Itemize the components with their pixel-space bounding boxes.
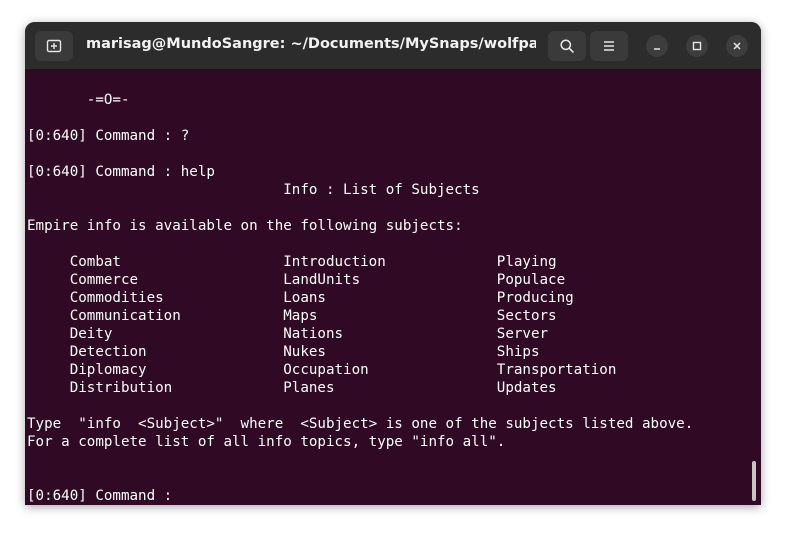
new-tab-icon: [46, 39, 62, 53]
terminal-line: Distribution Planes Updates: [27, 380, 557, 396]
hamburger-menu-icon: [604, 41, 614, 51]
search-icon: [560, 39, 574, 53]
close-icon: [733, 42, 741, 50]
search-button[interactable]: [548, 31, 586, 61]
terminal-line: [0:640] Command : help: [27, 164, 215, 180]
terminal-line: Info : List of Subjects: [27, 182, 480, 198]
terminal-line: Communication Maps Sectors: [27, 308, 557, 324]
window-title: marisag@MundoSangre: ~/Documents/MySnaps…: [86, 36, 536, 52]
terminal-line: Detection Nukes Ships: [27, 344, 540, 360]
terminal-line: Combat Introduction Playing: [27, 254, 557, 270]
terminal-line: [0:640] Command :: [27, 488, 181, 504]
terminal-line: Type "info <Subject>" where <Subject> is…: [27, 416, 694, 432]
terminal-line: Commerce LandUnits Populace: [27, 272, 566, 288]
terminal-line: -=O=-: [27, 92, 130, 108]
maximize-button[interactable]: [686, 35, 708, 57]
scrollbar[interactable]: [752, 461, 756, 501]
terminal-line: Deity Nations Server: [27, 326, 549, 342]
menu-button[interactable]: [590, 31, 628, 61]
close-button[interactable]: [726, 35, 748, 57]
terminal-line: Commodities Loans Producing: [27, 290, 574, 306]
terminal-line: Empire info is available on the followin…: [27, 218, 463, 234]
minimize-button[interactable]: [646, 35, 668, 57]
maximize-icon: [692, 41, 702, 51]
new-tab-button[interactable]: [35, 31, 73, 61]
terminal-line: Diplomacy Occupation Transportation: [27, 362, 617, 378]
minimize-icon: [654, 48, 660, 50]
title-bar[interactable]: marisag@MundoSangre: ~/Documents/MySnaps…: [25, 22, 761, 69]
terminal-output[interactable]: -=O=- [0:640] Command : ? [0:640] Command …: [25, 69, 761, 505]
terminal-window: marisag@MundoSangre: ~/Documents/MySnaps…: [25, 22, 761, 505]
terminal-line: [0:640] Command : ?: [27, 128, 190, 144]
terminal-line: For a complete list of all info topics, …: [27, 434, 506, 450]
